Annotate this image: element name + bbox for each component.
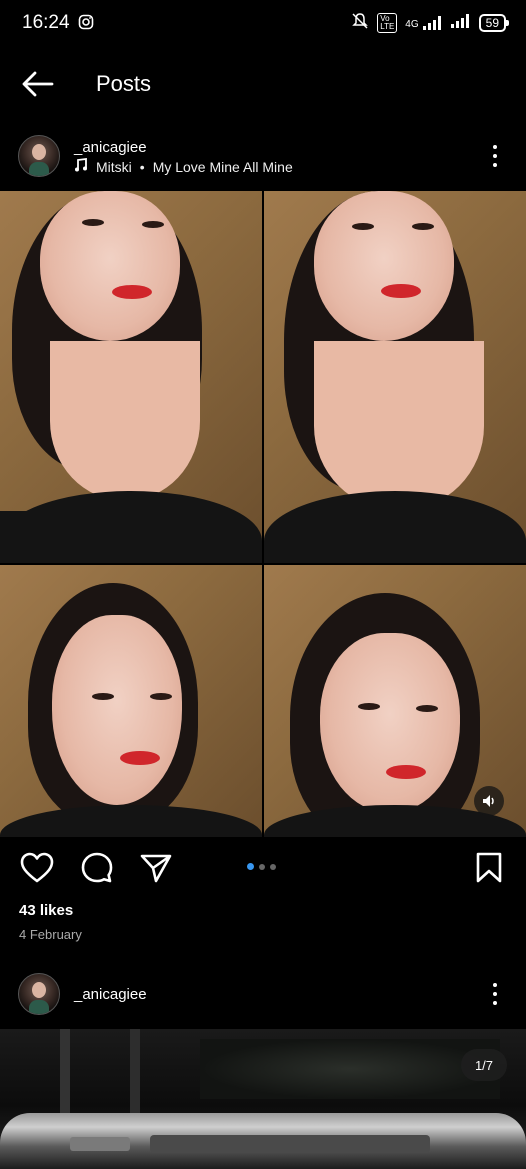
heart-icon [20,852,54,883]
send-icon [140,854,172,883]
bookmark-icon [476,852,502,883]
carousel-indicator [247,863,276,870]
photo-top-right [264,191,526,563]
sound-toggle-button[interactable] [474,786,504,816]
back-arrow-icon [22,71,54,97]
page-title: Posts [96,71,152,96]
post-username[interactable]: _anicagiee [74,986,147,1003]
carousel-dot [259,863,265,870]
music-artist: Mitski [96,158,132,175]
carousel-dot [270,863,276,870]
comment-button[interactable] [80,852,114,889]
likes-count[interactable]: 43 likes [19,902,73,919]
status-time: 16:24 [22,12,70,33]
signal-icon-1: 4G [405,15,442,30]
music-note-icon [74,157,88,175]
volte-icon: Vo LTE [377,12,398,33]
avatar[interactable] [18,973,60,1015]
speaker-icon [483,795,494,807]
mute-icon [351,12,369,33]
music-info[interactable]: Mitski • My Love Mine All Mine [74,157,293,175]
battery-indicator: 59 [478,13,510,32]
comment-icon [81,852,113,883]
instagram-status-icon [78,14,94,35]
signal-icon-2 [450,14,471,31]
post-date: 4 February [19,927,82,942]
more-options-button[interactable] [490,983,500,1005]
more-dot [493,983,497,987]
more-dot [493,154,497,158]
music-separator: • [139,158,145,175]
status-icons: Vo LTE 4G 59 [351,12,510,33]
more-dot [493,1001,497,1005]
more-dot [493,992,497,996]
media-counter: 1/7 [461,1049,507,1081]
photo-top-left [0,191,262,563]
photo-bottom-left [0,565,262,837]
share-button[interactable] [140,853,172,888]
save-button[interactable] [476,852,502,889]
network-label: 4G [405,18,419,30]
more-options-button[interactable] [490,145,500,167]
music-title: My Love Mine All Mine [152,158,293,175]
more-dot [493,163,497,167]
back-button[interactable] [20,68,56,100]
post-media[interactable] [0,1029,526,1169]
like-button[interactable] [20,852,54,889]
post-username[interactable]: _anicagiee [74,139,147,156]
avatar[interactable] [18,135,60,177]
more-dot [493,145,497,149]
carousel-dot [247,863,254,870]
